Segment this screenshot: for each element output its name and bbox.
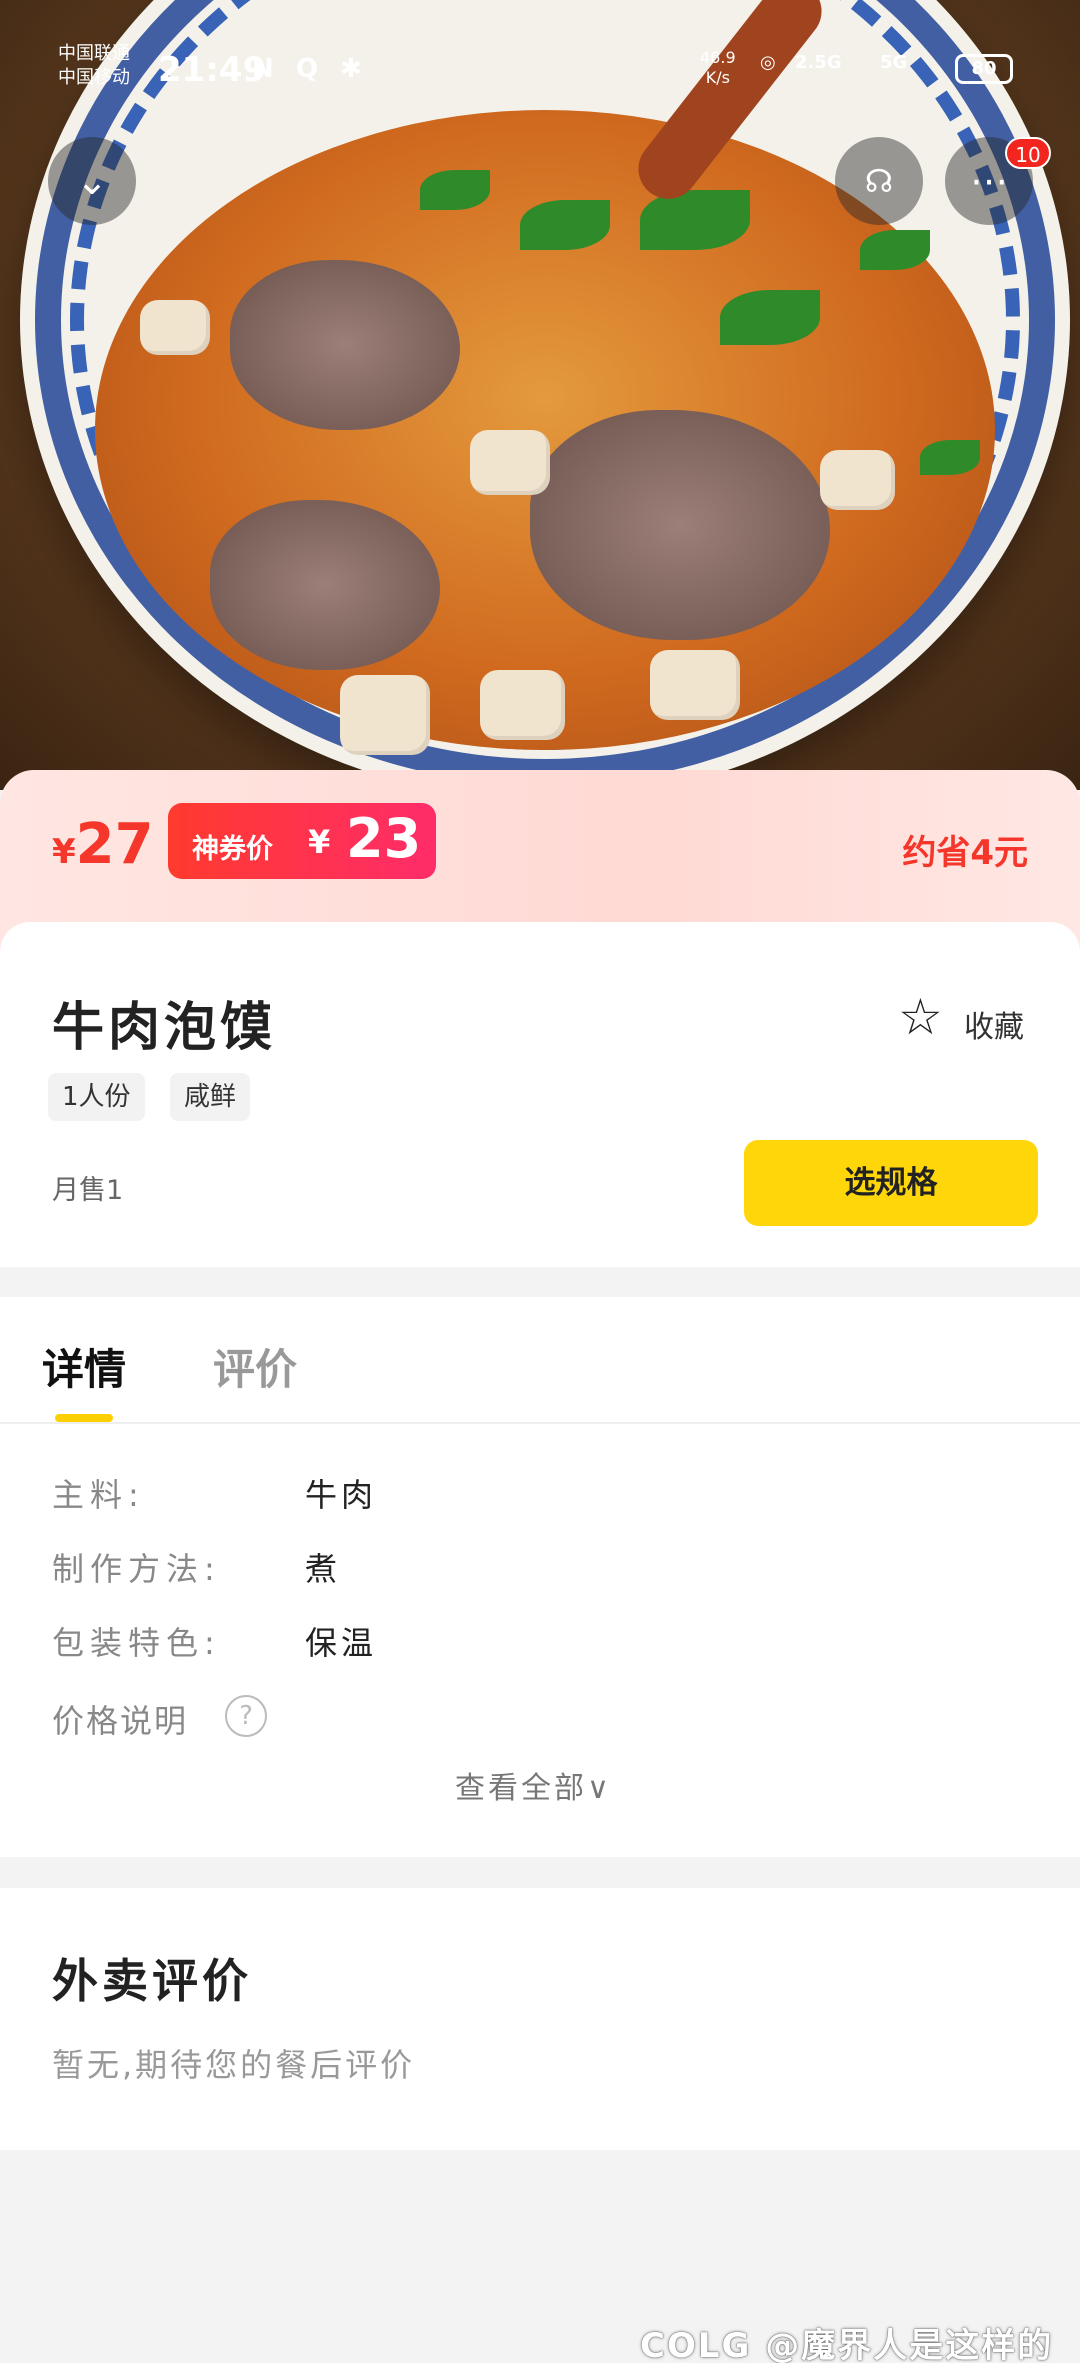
network-type-2: 5G (880, 52, 908, 73)
divider (0, 1422, 1080, 1424)
cilantro (520, 200, 610, 250)
coupon-price-badge: 神券价 ¥ 23 (168, 803, 436, 879)
detail-label: 制作方法: (52, 1550, 221, 1588)
portion-tag: 1人份 (48, 1073, 145, 1121)
more-icon: ⋯ (970, 159, 1008, 203)
detail-value: 牛肉 (305, 1476, 378, 1514)
flavor-tag: 咸鲜 (170, 1073, 251, 1121)
carrier-2: 中国移动 (58, 67, 130, 88)
reviews-title: 外卖评价 (52, 1954, 252, 2008)
coupon-label: 神券价 (192, 834, 273, 865)
notification-badge: 10 (1005, 137, 1051, 169)
favorite-label: 收藏 (964, 1010, 1024, 1045)
tab-reviews[interactable]: 评价 (213, 1336, 297, 1397)
monthly-sales: 月售1 (52, 1175, 124, 1206)
customer-service-icon: ☊ (864, 162, 894, 200)
bread-chunk (820, 450, 895, 510)
cilantro (420, 170, 490, 210)
bread-chunk (340, 675, 430, 755)
network-type-1: 2.5G (795, 52, 842, 73)
nfc-icon: N (252, 54, 274, 84)
status-bar: 中国联通 中国移动 21:49 N Q ✱ 46.9 K/s ◎ 2.5G 5G… (0, 40, 1080, 100)
see-all-button[interactable]: 查看全部∨ (455, 1763, 612, 1807)
chevron-down-icon: ⌄ (76, 159, 108, 203)
battery-icon: 80 (955, 54, 1013, 84)
search-icon: Q (296, 54, 319, 84)
tab-details[interactable]: 详情 (42, 1336, 126, 1397)
detail-value: 保温 (305, 1624, 378, 1662)
star-icon: ☆ (898, 988, 943, 1046)
bread-chunk (470, 430, 550, 495)
bluetooth-icon: ✱ (340, 54, 362, 84)
watermark: COLG @魔界人是这样的 (640, 2326, 1054, 2363)
carrier-info: 中国联通 中国移动 (58, 42, 130, 90)
favorite-button[interactable]: ☆ 收藏 (898, 988, 1024, 1046)
product-title: 牛肉泡馍 (52, 998, 277, 1058)
back-button[interactable]: ⌄ (48, 137, 136, 225)
customer-service-button[interactable]: ☊ (835, 137, 923, 225)
detail-label: 主料: (52, 1476, 145, 1514)
bread-chunk (480, 670, 565, 740)
reviews-empty-text: 暂无,期待您的餐后评价 (52, 2046, 416, 2084)
active-tab-indicator (55, 1414, 113, 1422)
detail-label: 包装特色: (52, 1624, 221, 1662)
carrier-1: 中国联通 (58, 43, 130, 64)
savings-text: 约省4元 (902, 833, 1028, 873)
network-speed: 46.9 K/s (700, 48, 736, 87)
detail-value: 煮 (305, 1550, 342, 1588)
hotspot-icon: ◎ (760, 52, 776, 73)
coupon-price: 23 (346, 807, 422, 870)
product-photo (0, 0, 1080, 790)
clock: 21:49 (158, 50, 267, 90)
cilantro (720, 290, 820, 345)
help-icon[interactable]: ? (225, 1695, 267, 1737)
bread-chunk (650, 650, 740, 720)
bread-chunk (140, 300, 210, 355)
original-price: ¥27 (52, 812, 154, 877)
cilantro (640, 190, 750, 250)
cilantro (920, 440, 980, 475)
select-spec-button[interactable]: 选规格 (744, 1140, 1038, 1226)
price-note-label[interactable]: 价格说明 (52, 1696, 188, 1742)
reviews-section (0, 1888, 1080, 2150)
cilantro (860, 230, 930, 270)
